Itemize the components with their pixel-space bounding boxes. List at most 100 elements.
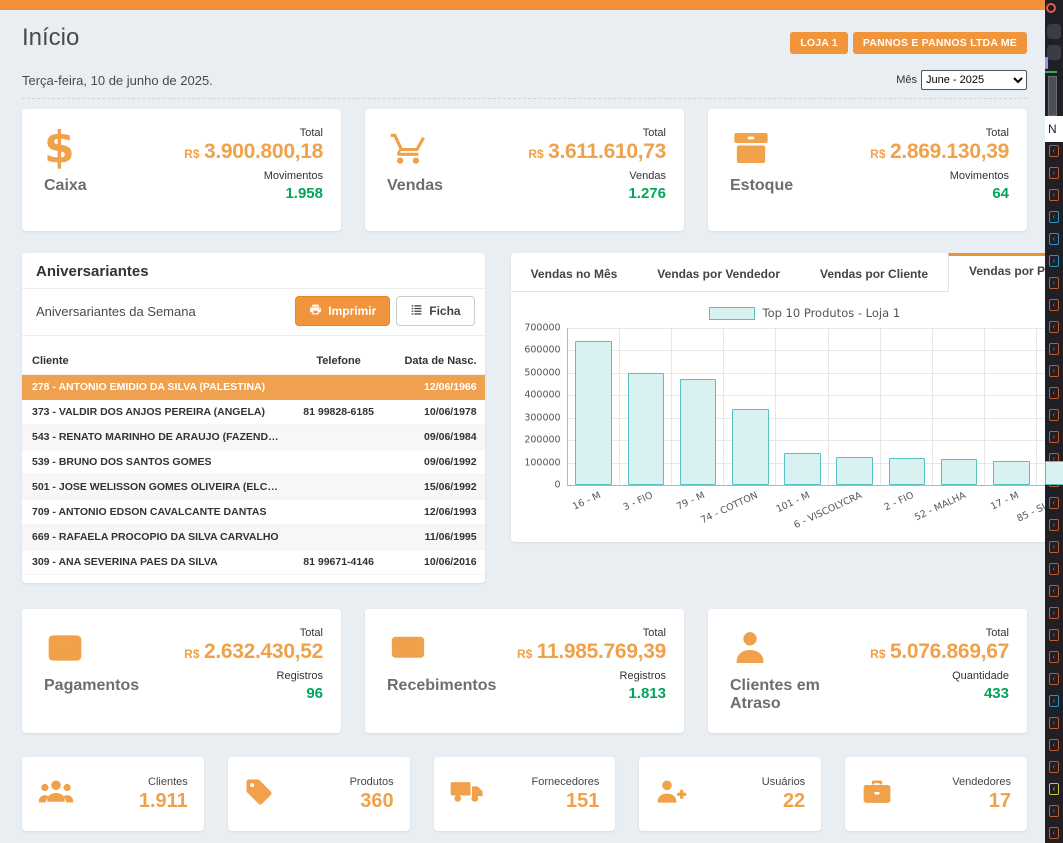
count-value: 1.276 xyxy=(528,185,666,202)
devtools-node-icon[interactable]: ‹ xyxy=(1049,629,1059,641)
tab-vendas-no-mes[interactable]: Vendas no Mês xyxy=(511,253,638,291)
cart-icon xyxy=(387,125,443,171)
produtos-mini-card[interactable]: Produtos 360 xyxy=(228,757,410,831)
devtools-node-icon[interactable]: ‹ xyxy=(1049,695,1059,707)
birthday-row[interactable]: 373 - VALDIR DOS ANJOS PEREIRA (ANGELA)8… xyxy=(22,400,485,425)
chart-bar xyxy=(941,459,978,485)
devtools-node-icon[interactable]: ‹ xyxy=(1049,739,1059,751)
printer-icon xyxy=(309,303,322,319)
date-row: Terça-feira, 10 de junho de 2025. Mês Ju… xyxy=(22,70,1027,90)
birthday-row[interactable]: 278 - ANTONIO EMIDIO DA SILVA (PALESTINA… xyxy=(22,375,485,400)
total-value: R$ 3.900.800,18 xyxy=(184,140,323,164)
record-icon[interactable] xyxy=(1046,3,1056,13)
estoque-card[interactable]: Estoque Total R$ 2.869.130,39 Movimentos… xyxy=(708,109,1027,231)
y-axis-tick: 600000 xyxy=(524,345,560,356)
devtools-node-icon[interactable]: ‹ xyxy=(1049,673,1059,685)
devtools-node-icon[interactable]: ‹ xyxy=(1049,431,1059,443)
fornecedores-mini-card[interactable]: Fornecedores 151 xyxy=(434,757,616,831)
caixa-card[interactable]: $ Caixa Total R$ 3.900.800,18 Movimentos… xyxy=(22,109,341,231)
devtools-scrollbar[interactable] xyxy=(1048,76,1057,116)
clientes-atraso-card[interactable]: Clientes em Atraso Total R$ 5.076.869,67… xyxy=(708,609,1027,733)
devtools-node-icon[interactable]: ‹ xyxy=(1049,299,1059,311)
devtools-node-icon[interactable]: ‹ xyxy=(1049,717,1059,729)
devtools-node-icon[interactable]: ‹ xyxy=(1049,409,1059,421)
pagamentos-card[interactable]: Pagamentos Total R$ 2.632.430,52 Registr… xyxy=(22,609,341,733)
tab-vendas-por-cliente[interactable]: Vendas por Cliente xyxy=(800,253,948,291)
devtools-node-icon[interactable]: ‹ xyxy=(1049,783,1059,795)
devtools-pill[interactable] xyxy=(1047,24,1061,39)
vendas-card[interactable]: Vendas Total R$ 3.611.610,73 Vendas 1.27… xyxy=(365,109,684,231)
devtools-node-icon[interactable]: ‹ xyxy=(1049,167,1059,179)
count-label: Registros xyxy=(517,670,666,682)
devtools-node-icon[interactable]: ‹ xyxy=(1049,497,1059,509)
chart-bar xyxy=(628,373,665,485)
mini-label: Fornecedores xyxy=(532,776,600,788)
print-button-label: Imprimir xyxy=(328,304,376,318)
vendedores-mini-card[interactable]: Vendedores 17 xyxy=(845,757,1027,831)
devtools-node-icon[interactable]: ‹ xyxy=(1049,365,1059,377)
total-value: R$ 2.632.430,52 xyxy=(184,640,323,664)
cell-data-nasc: 12/06/1993 xyxy=(399,506,477,518)
clientes-mini-card[interactable]: Clientes 1.911 xyxy=(22,757,204,831)
birthday-row[interactable]: 309 - ANA SEVERINA PAES DA SILVA81 99671… xyxy=(22,550,485,575)
devtools-node-icon[interactable]: ‹ xyxy=(1049,651,1059,663)
birthday-row[interactable]: 669 - RAFAELA PROCOPIO DA SILVA CARVALHO… xyxy=(22,525,485,550)
ficha-button[interactable]: Ficha xyxy=(396,296,474,326)
cell-data-nasc: 15/06/1992 xyxy=(399,481,477,493)
chart-bar xyxy=(784,453,821,485)
devtools-node-icon[interactable]: ‹ xyxy=(1049,211,1059,223)
person-icon xyxy=(730,625,870,671)
print-button[interactable]: Imprimir xyxy=(295,296,390,326)
recebimentos-card[interactable]: 1 Recebimentos Total R$ 11.985.769,39 Re… xyxy=(365,609,684,733)
devtools-pill[interactable] xyxy=(1047,45,1061,60)
tag-icon xyxy=(244,777,274,812)
month-label: Mês xyxy=(896,74,917,86)
chart-plot xyxy=(567,328,1063,486)
chart-x-label: 74 - COTTON xyxy=(699,490,760,526)
devtools-node-icon[interactable]: ‹ xyxy=(1049,189,1059,201)
devtools-node-icon[interactable]: ‹ xyxy=(1049,255,1059,267)
mini-value: 22 xyxy=(762,790,805,813)
devtools-node-icon[interactable]: ‹ xyxy=(1049,321,1059,333)
card-title: Vendas xyxy=(387,177,443,195)
cell-data-nasc: 10/06/1978 xyxy=(399,406,477,418)
devtools-node-icon[interactable]: ‹ xyxy=(1049,805,1059,817)
usuarios-mini-card[interactable]: Usuários 22 xyxy=(639,757,821,831)
birthday-row[interactable]: 501 - JOSE WELISSON GOMES OLIVEIRA (ELC…… xyxy=(22,475,485,500)
birthday-row[interactable]: 709 - ANTONIO EDSON CAVALCANTE DANTAS12/… xyxy=(22,500,485,525)
page-header: Início LOJA 1 PANNOS E PANNOS LTDA ME xyxy=(22,24,1027,54)
devtools-node-icon[interactable]: ‹ xyxy=(1049,233,1059,245)
devtools-node-icon[interactable]: ‹ xyxy=(1049,519,1059,531)
tab-vendas-por-vendedor[interactable]: Vendas por Vendedor xyxy=(637,253,800,291)
company-badge[interactable]: PANNOS E PANNOS LTDA ME xyxy=(853,32,1027,54)
y-axis-tick: 400000 xyxy=(524,390,560,401)
devtools-n-label: N xyxy=(1045,116,1063,142)
devtools-node-icon[interactable]: ‹ xyxy=(1049,277,1059,289)
devtools-strip-icons: ‹‹‹‹‹‹‹‹‹‹‹‹‹‹‹‹‹‹‹‹‹‹‹‹‹‹‹‹‹‹‹‹ xyxy=(1045,145,1063,839)
y-axis-tick: 0 xyxy=(555,480,561,491)
store-badge[interactable]: LOJA 1 xyxy=(790,32,848,54)
devtools-node-icon[interactable]: ‹ xyxy=(1049,827,1059,839)
finance-cards-row: Pagamentos Total R$ 2.632.430,52 Registr… xyxy=(22,609,1027,733)
devtools-node-icon[interactable]: ‹ xyxy=(1049,145,1059,157)
birthday-row[interactable]: 543 - RENATO MARINHO DE ARAUJO (FAZEND…0… xyxy=(22,425,485,450)
devtools-node-icon[interactable]: ‹ xyxy=(1049,541,1059,553)
total-label: Total xyxy=(870,127,1009,139)
money-bill-icon: 1 xyxy=(387,625,496,671)
devtools-node-icon[interactable]: ‹ xyxy=(1049,607,1059,619)
y-axis-tick: 700000 xyxy=(524,323,560,334)
devtools-node-icon[interactable]: ‹ xyxy=(1049,761,1059,773)
cell-cliente: 309 - ANA SEVERINA PAES DA SILVA xyxy=(32,556,279,568)
cell-telefone: 81 99828-6185 xyxy=(279,406,399,418)
devtools-node-icon[interactable]: ‹ xyxy=(1049,563,1059,575)
devtools-node-icon[interactable]: ‹ xyxy=(1049,585,1059,597)
birthday-row[interactable]: 539 - BRUNO DOS SANTOS GOMES09/06/1992 xyxy=(22,450,485,475)
devtools-node-icon[interactable]: ‹ xyxy=(1049,387,1059,399)
chart-x-label: 16 - M xyxy=(571,490,603,513)
month-select[interactable]: June - 2025 xyxy=(921,70,1027,90)
chart-x-label: 3 - FIO xyxy=(622,490,655,513)
mini-label: Usuários xyxy=(762,776,805,788)
top-orange-bar xyxy=(0,0,1045,10)
mini-label: Clientes xyxy=(139,776,188,788)
devtools-node-icon[interactable]: ‹ xyxy=(1049,343,1059,355)
